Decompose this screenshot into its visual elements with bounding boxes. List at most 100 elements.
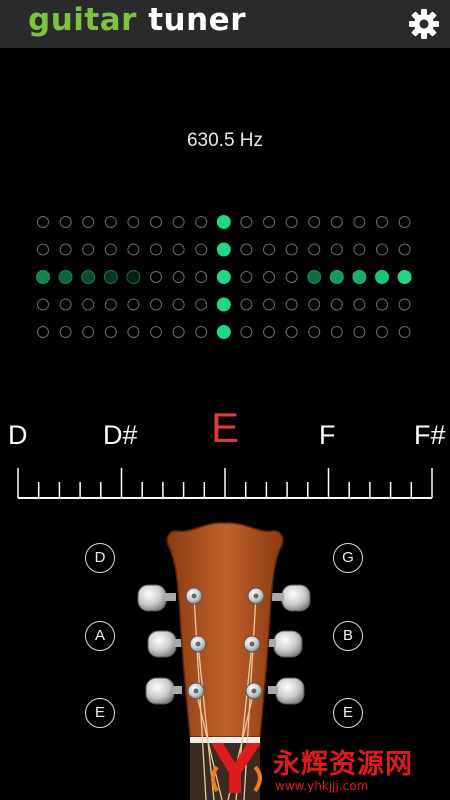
string-button-high-e[interactable]: E [333,698,363,728]
note-label-right-far: F# [414,420,446,450]
meter-led [127,298,140,311]
meter-led [150,216,162,228]
meter-led [37,298,49,311]
meter-led [59,298,72,311]
meter-led [285,243,298,256]
meter-led [376,326,388,338]
meter-led [172,298,185,311]
meter-led [127,326,140,338]
string-button-d[interactable]: D [85,543,115,573]
meter-led [216,325,231,339]
meter-led [352,270,367,284]
meter-led [263,271,275,283]
string-button-b[interactable]: B [333,621,363,651]
meter-led [59,216,72,228]
meter-led [172,326,185,338]
meter-led [126,270,141,284]
tuner-key-right-1 [272,584,311,612]
meter-led [104,298,117,311]
meter-led [216,270,231,284]
meter-led [82,216,95,228]
meter-led [59,326,72,338]
meter-led [59,243,72,256]
meter-led [36,270,50,284]
meter-led [127,243,140,256]
meter-led [398,216,411,228]
meter-led [353,326,366,338]
headstock-body [166,522,284,738]
watermark-text: 永辉资源网 [273,749,413,780]
note-label-left-near: D# [103,420,138,450]
meter-led [240,271,253,283]
meter-led [103,270,118,284]
string-button-a[interactable]: A [85,621,115,651]
meter-led [397,270,412,284]
meter-led [330,298,343,311]
meter-led [376,243,388,256]
meter-led [127,216,140,228]
meter-led [308,298,321,311]
tuner-key-right-2 [266,630,303,658]
meter-led [330,326,343,338]
meter-led [240,298,253,311]
meter-led [307,270,322,284]
current-note: E [211,404,240,451]
meter-led [263,216,275,228]
meter-led [195,298,208,311]
meter-led [285,298,298,311]
watermark-logo [211,743,262,793]
meter-led [150,271,162,283]
meter-led [172,216,185,228]
meter-led [172,271,185,283]
meter-led [353,243,366,256]
string-button-low-e[interactable]: E [85,698,115,728]
meter-led [82,243,95,256]
meter-led [58,270,73,284]
meter-led [81,270,96,284]
meter-led [104,326,117,338]
watermark: 永辉资源网 www.yhkjjj.com [205,737,450,800]
meter-led [195,326,208,338]
meter-led [150,326,162,338]
meter-led [37,216,49,228]
meter-led [285,326,298,338]
meter-led [150,298,162,311]
meter-led [398,243,411,256]
meter-led [375,270,389,284]
meter-led [330,216,343,228]
meter-led [82,326,95,338]
meter-led [195,271,208,283]
meter-led [216,215,231,229]
meter-led [285,271,298,283]
meter-led [308,243,321,256]
meter-led [329,270,344,284]
meter-led [398,326,411,338]
note-label-left-far: D [8,420,28,450]
meter-led [376,298,388,311]
tuner-key-left-2 [147,630,184,658]
meter-led [216,242,231,257]
meter-led [308,326,321,338]
meter-led [195,243,208,256]
watermark-url: www.yhkjjj.com [275,779,369,793]
meter-led [263,326,275,338]
meter-led [330,243,343,256]
note-label-right-near: F [319,420,336,450]
meter-led [263,243,275,256]
meter-led [240,326,253,338]
meter-led [216,297,231,312]
meter-led [308,216,321,228]
tuner-key-left-1 [137,584,176,612]
meter-led [353,298,366,311]
meter-led [240,243,253,256]
meter-led [104,216,117,228]
meter-led [353,216,366,228]
meter-led [263,298,275,311]
meter-led [240,216,253,228]
meter-led [285,216,298,228]
string-button-g[interactable]: G [333,543,363,573]
meter-led [195,216,208,228]
tuner-key-right-3 [268,677,305,705]
meter-led [398,298,411,311]
meter-led [82,298,95,311]
